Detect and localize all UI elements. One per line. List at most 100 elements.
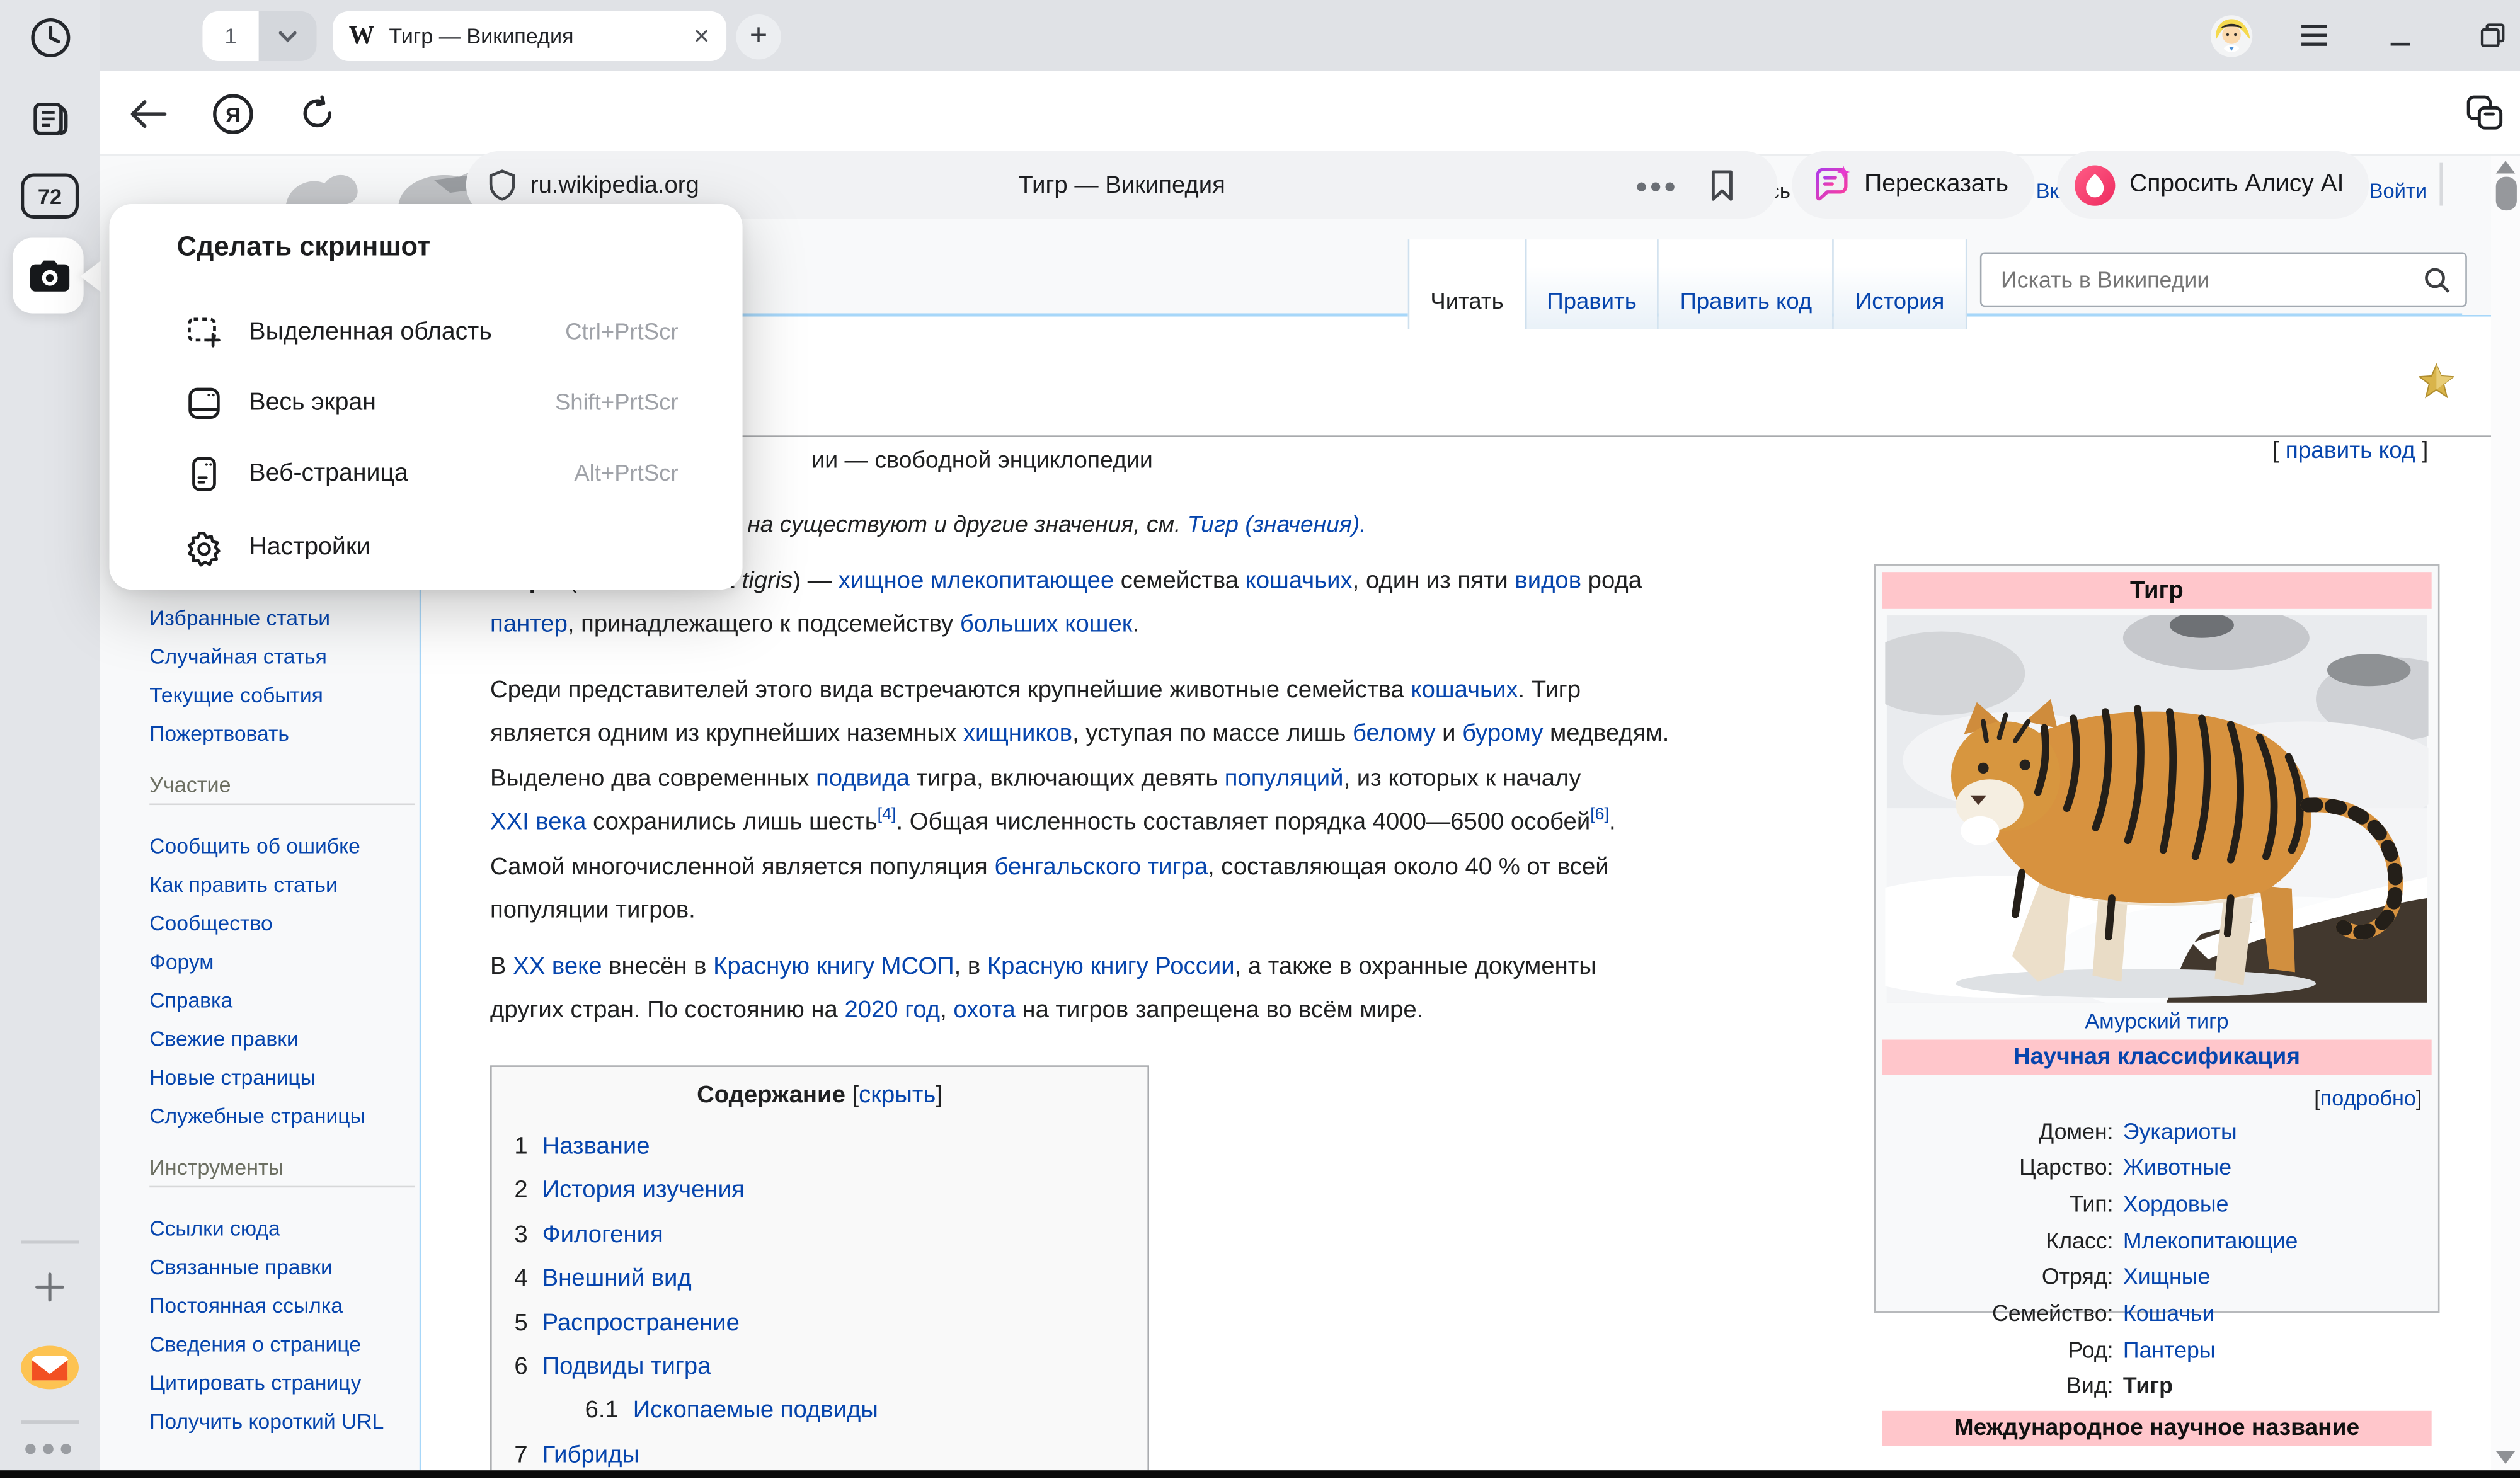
wiki-link[interactable]: кошачьих: [1411, 677, 1518, 704]
extensions-icon[interactable]: [2459, 71, 2511, 156]
menu-item-4[interactable]: Настройки: [109, 513, 742, 583]
sidebar-link[interactable]: Постоянная ссылка: [149, 1287, 426, 1325]
browser-menu-icon[interactable]: [2295, 0, 2334, 71]
wiki-tab-1[interactable]: Читать: [1408, 239, 1525, 329]
edit-section-link[interactable]: [ править код ]: [2272, 431, 2428, 475]
wiki-link[interactable]: Тигр (значения).: [1188, 513, 1366, 539]
profile-avatar[interactable]: [2208, 0, 2253, 71]
browser-tab-wikipedia[interactable]: W Тигр — Википедия ✕: [333, 11, 726, 61]
tab-group-chevron[interactable]: [259, 11, 317, 61]
wiki-link[interactable]: Хордовые: [2123, 1185, 2229, 1222]
sidebar-link[interactable]: Получить короткий URL: [149, 1403, 426, 1441]
sidebar-link[interactable]: Ссылки сюда: [149, 1210, 426, 1248]
minimize-button[interactable]: [2379, 0, 2420, 71]
toc-item[interactable]: 5Распространение: [514, 1301, 1147, 1345]
sidebar-link[interactable]: Форум: [149, 943, 365, 981]
yandex-mail-icon[interactable]: [0, 1344, 100, 1392]
bookmark-icon[interactable]: [1709, 168, 1736, 202]
yandex-search-icon[interactable]: Я: [209, 71, 258, 156]
toc-item[interactable]: 7Гибриды: [514, 1433, 1147, 1470]
sidebar-link[interactable]: Новые страницы: [149, 1059, 365, 1097]
sidebar-link[interactable]: Случайная статья: [149, 638, 330, 677]
tabs-panel-icon[interactable]: [0, 93, 100, 142]
refresh-icon[interactable]: [292, 71, 341, 156]
site-security-shield-icon[interactable]: [489, 169, 516, 201]
scroll-up-arrow[interactable]: [2496, 161, 2516, 173]
wiki-link[interactable]: Млекопитающие: [2123, 1222, 2298, 1259]
toc-item[interactable]: 6.1Ископаемые подвиды: [585, 1389, 1148, 1433]
wiki-link[interactable]: Хищные: [2123, 1259, 2210, 1295]
toc-item[interactable]: 4Внешний вид: [514, 1257, 1147, 1301]
classification-row: Класс:Млекопитающие: [1876, 1222, 2438, 1259]
retell-button[interactable]: Пересказать: [1792, 151, 2034, 219]
tab-close-icon[interactable]: ✕: [693, 23, 711, 49]
toc-items: 1Название2История изучения3Филогения4Вне…: [514, 1125, 1147, 1470]
scrollbar[interactable]: [2491, 156, 2520, 1470]
sidebar-link[interactable]: Избранные статьи: [149, 600, 330, 638]
scroll-down-arrow[interactable]: [2496, 1451, 2516, 1463]
menu-item-3[interactable]: Веб-страницаAlt+PrtScr: [109, 438, 742, 509]
back-icon[interactable]: [122, 71, 174, 156]
toc-item[interactable]: 6Подвиды тигра: [514, 1345, 1147, 1389]
restore-button[interactable]: [2471, 0, 2513, 71]
wiki-link[interactable]: видов: [1515, 568, 1581, 595]
wiki-link[interactable]: [4]: [878, 805, 896, 825]
toc-item[interactable]: 3Филогения: [514, 1213, 1147, 1257]
sidebar-link[interactable]: Как править статьи: [149, 866, 365, 905]
sidebar-link[interactable]: Текущие события: [149, 677, 330, 715]
history-icon[interactable]: [0, 13, 100, 61]
wiki-link[interactable]: пантер: [490, 611, 568, 638]
sidebar-link[interactable]: Цитировать страницу: [149, 1364, 426, 1403]
wiki-link[interactable]: подвида: [816, 765, 910, 792]
tab-group-button[interactable]: 1: [202, 11, 258, 61]
tiger-photo[interactable]: [1885, 615, 2428, 1002]
menu-item-1[interactable]: Выделенная областьCtrl+PrtScr: [109, 297, 742, 368]
sidebar-link[interactable]: Сообщество: [149, 905, 365, 943]
toc-item[interactable]: 1Название: [514, 1125, 1147, 1169]
wiki-link[interactable]: хищников: [963, 721, 1072, 748]
screenshot-camera-icon[interactable]: [0, 253, 100, 301]
wiki-link[interactable]: Красную книгу МСОП: [713, 953, 954, 980]
sidebar-link[interactable]: Сообщить об ошибке: [149, 828, 365, 866]
new-tab-button[interactable]: +: [736, 14, 781, 59]
add-panel-icon[interactable]: [0, 1266, 100, 1308]
wiki-link[interactable]: XXI века: [490, 809, 586, 836]
wiki-link[interactable]: править код: [2286, 438, 2415, 464]
classification-row: Семейство:Кошачьи: [1876, 1295, 2438, 1332]
menu-item-2[interactable]: Весь экранShift+PrtScr: [109, 368, 742, 438]
wiki-link[interactable]: бурому: [1462, 721, 1543, 748]
sidebar-link[interactable]: Свежие правки: [149, 1020, 365, 1059]
wiki-link[interactable]: популяций: [1225, 765, 1344, 792]
wiki-link[interactable]: кошачьих: [1246, 568, 1353, 595]
sidebar-link[interactable]: Справка: [149, 982, 365, 1020]
sidebar-link[interactable]: Пожертвовать: [149, 715, 330, 753]
details-link[interactable]: [подробно]: [1876, 1085, 2438, 1109]
wiki-link[interactable]: Красную книгу России: [987, 953, 1235, 980]
wiki-link[interactable]: подробно: [2320, 1085, 2416, 1109]
wiki-link[interactable]: Эукариоты: [2123, 1113, 2237, 1150]
sidebar-link[interactable]: Служебные страницы: [149, 1097, 365, 1136]
wiki-link[interactable]: больших кошек: [960, 611, 1133, 638]
toc-item[interactable]: 2История изучения: [514, 1169, 1147, 1213]
ask-alice-button[interactable]: Спросить Алису AI: [2057, 151, 2369, 219]
intl-name-header: Международное научное название: [1882, 1411, 2431, 1446]
sidebar-more-icon[interactable]: ●●●: [0, 1434, 100, 1463]
wiki-link[interactable]: охота: [953, 997, 1015, 1024]
wiki-link[interactable]: белому: [1353, 721, 1435, 748]
sidebar-link[interactable]: Сведения о странице: [149, 1326, 426, 1364]
scrollbar-thumb[interactable]: [2495, 177, 2516, 211]
url-host[interactable]: ru.wikipedia.org: [530, 171, 699, 198]
tab-counter-badge[interactable]: 72: [0, 172, 100, 220]
sidebar-link[interactable]: Связанные правки: [149, 1248, 426, 1287]
wiki-link[interactable]: 2020 год: [844, 997, 940, 1024]
wiki-link[interactable]: скрыть: [859, 1082, 936, 1109]
wiki-link[interactable]: бенгальского тигра: [994, 852, 1208, 879]
url-more-icon[interactable]: ●●●: [1635, 173, 1678, 197]
wiki-link[interactable]: Пантеры: [2123, 1332, 2216, 1368]
wiki-link[interactable]: хищное млекопитающее: [839, 568, 1114, 595]
wiki-link[interactable]: Животные: [2123, 1149, 2231, 1185]
wiki-link[interactable]: Кошачьи: [2123, 1295, 2215, 1332]
featured-star-icon[interactable]: [2419, 363, 2454, 399]
wiki-link[interactable]: XX веке: [513, 953, 602, 980]
wiki-link[interactable]: [6]: [1590, 805, 1609, 825]
